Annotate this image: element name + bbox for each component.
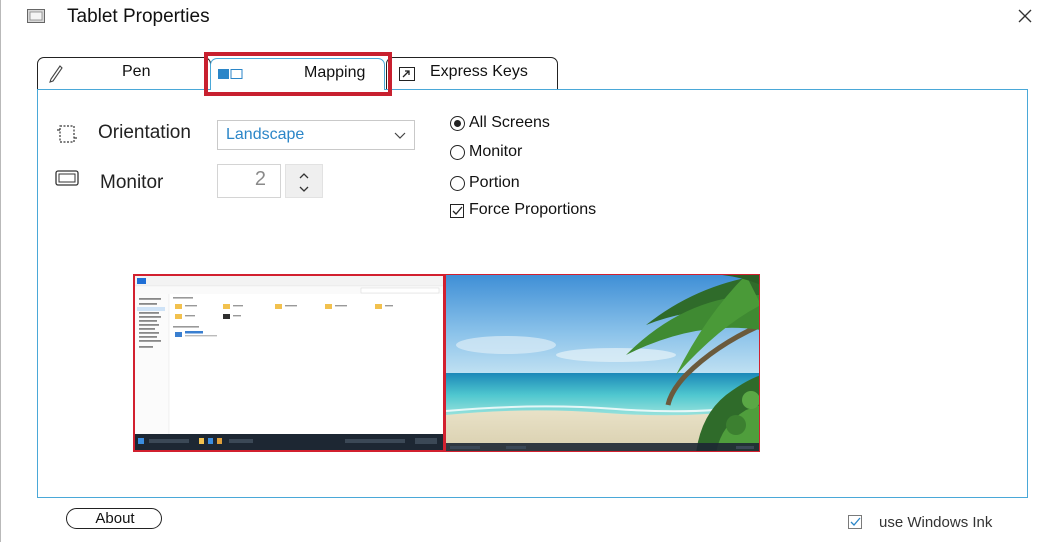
checkmark-icon (452, 206, 463, 215)
orientation-icon (57, 125, 77, 143)
radio-button[interactable] (450, 116, 465, 131)
tablet-icon (27, 9, 45, 23)
force-proportions-checkbox[interactable] (450, 204, 464, 218)
monitor-label: Monitor (100, 172, 164, 193)
force-proportions-label: Force Proportions (469, 201, 597, 218)
orientation-label: Orientation (98, 122, 191, 143)
orientation-value: Landscape (226, 126, 305, 143)
radio-button[interactable] (450, 145, 465, 160)
screen-2-preview[interactable] (445, 274, 760, 452)
checkmark-icon (850, 517, 861, 526)
about-button-label: About (95, 510, 135, 527)
radio-button[interactable] (450, 176, 465, 191)
express-keys-icon (399, 67, 415, 81)
window-title: Tablet Properties (67, 6, 210, 27)
windows-ink-label: use Windows Ink (879, 514, 993, 531)
windows-ink-checkbox[interactable] (848, 515, 862, 529)
file-explorer-thumbnail (135, 276, 443, 450)
tablet-properties-window: Tablet Properties Pen Mapping Express Ke… (0, 0, 1041, 542)
radio-selected-dot (454, 120, 461, 127)
screen-mapping-preview (133, 274, 760, 452)
about-button[interactable]: About (66, 508, 162, 529)
tab-pen[interactable]: Pen (37, 57, 211, 89)
tab-label: Mapping (304, 64, 366, 81)
beach-wallpaper-thumbnail (446, 275, 759, 451)
orientation-dropdown[interactable]: Landscape (217, 120, 415, 150)
chevron-up-icon[interactable] (299, 172, 309, 180)
radio-label: Monitor (469, 143, 523, 160)
screen-1-preview[interactable] (133, 274, 445, 452)
tab-mapping[interactable]: Mapping (210, 58, 385, 90)
chevron-down-icon[interactable] (299, 185, 309, 193)
monitor-number-field[interactable]: 2 (217, 164, 281, 198)
title-bar: Tablet Properties (1, 0, 1041, 44)
monitor-stepper[interactable] (285, 164, 323, 198)
tab-label: Pen (122, 63, 151, 80)
chevron-down-icon (394, 132, 406, 139)
monitor-icon (55, 170, 79, 186)
monitor-number-value: 2 (254, 168, 266, 190)
tab-express-keys[interactable]: Express Keys (386, 57, 558, 89)
close-icon[interactable] (1013, 4, 1037, 28)
radio-label: All Screens (469, 114, 550, 131)
pen-icon (49, 65, 63, 83)
radio-label: Portion (469, 174, 520, 191)
tab-label: Express Keys (430, 63, 528, 80)
mapping-icon (218, 69, 243, 79)
